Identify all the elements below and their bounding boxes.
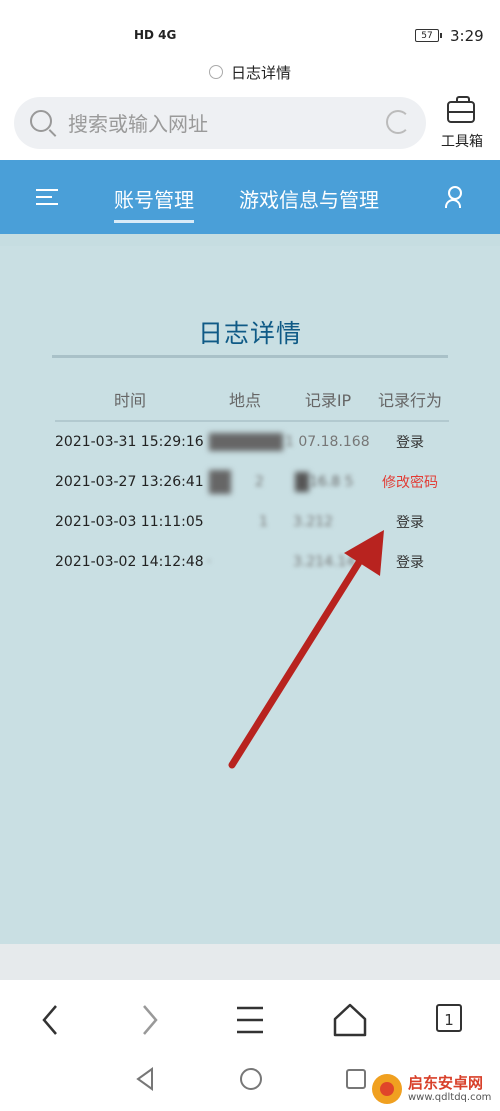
globe-icon [208, 65, 223, 79]
status-bar: HD 4G 57 3:29 [0, 0, 500, 70]
header-location: 地点 [205, 378, 285, 422]
content-panel [0, 246, 500, 944]
top-nav: 账号管理 游戏信息与管理 [0, 160, 500, 234]
site-watermark: 启东安卓网 www.qdltdq.com [372, 1072, 500, 1108]
log-action: 登录 [396, 515, 424, 531]
log-action: 修改密码 [382, 475, 438, 491]
watermark-url: www.qdltdq.com [408, 1092, 492, 1103]
forward-icon[interactable] [124, 1000, 174, 1040]
table-row: 2021-03-27 13:26:41 2 16.8 5 修改密码 [55, 462, 449, 502]
log-title: 日志详情 [197, 319, 302, 348]
table-row: 2021-03-31 15:29:16 1 07.18.168 登录 [55, 421, 449, 462]
system-back-icon[interactable] [130, 1064, 160, 1094]
log-ip: 16.8 5 [285, 462, 371, 502]
table-row: 2021-03-03 11:11:05 1 3.212 登录 [55, 502, 449, 542]
log-time: 2021-03-03 11:11:05 [55, 514, 204, 530]
toolbox-label: 工具箱 [441, 134, 483, 150]
battery-icon: 57 [415, 29, 442, 42]
signal-icon: HD 4G [134, 28, 177, 42]
content-band [0, 234, 500, 246]
search-icon [30, 110, 52, 132]
clock: 3:29 [450, 27, 484, 45]
log-action: 登录 [396, 555, 424, 571]
log-time: 2021-03-31 15:29:16 [55, 434, 204, 450]
system-recents-icon[interactable] [341, 1064, 371, 1094]
back-icon[interactable] [26, 1000, 76, 1040]
toolbox-icon [447, 96, 475, 123]
table-row: 2021-03-02 14:12:48 · 3.214.14 登录 [55, 542, 449, 582]
log-action: 登录 [396, 435, 424, 451]
header-time: 时间 [55, 378, 205, 422]
search-input[interactable] [66, 107, 370, 141]
log-location: 1 [259, 514, 268, 530]
log-location: · [207, 554, 212, 570]
log-time: 2021-03-02 14:12:48 [55, 554, 204, 570]
log-header-row: 时间 地点 记录IP 记录行为 [55, 378, 449, 422]
home-icon[interactable] [325, 1000, 375, 1040]
tab-account-management[interactable]: 账号管理 [114, 184, 194, 223]
log-ip: 1 07.18.168 [285, 434, 370, 450]
user-icon[interactable] [444, 186, 462, 208]
system-home-icon[interactable] [236, 1064, 266, 1094]
tab-game-info[interactable]: 游戏信息与管理 [239, 184, 379, 213]
log-ip: 3.214.14 [293, 554, 356, 570]
tabs-count-button[interactable]: 1 [436, 1004, 462, 1032]
title-divider [52, 355, 448, 358]
log-time: 2021-03-27 13:26:41 [55, 474, 204, 490]
log-table: 时间 地点 记录IP 记录行为 2021-03-31 15:29:16 1 07… [55, 378, 449, 582]
watermark-logo-icon [372, 1074, 402, 1104]
log-ip: 3.212 [293, 514, 334, 530]
search-bar[interactable] [14, 97, 426, 149]
header-action: 记录行为 [371, 378, 449, 422]
page-title-bar: 日志详情 [0, 62, 500, 83]
watermark-name: 启东安卓网 [408, 1074, 484, 1092]
menu-icon[interactable] [36, 189, 58, 205]
log-location: 2 [205, 462, 285, 502]
refresh-icon[interactable] [386, 110, 410, 134]
page-title: 日志详情 [230, 64, 291, 82]
toolbox-button[interactable]: 工具箱 [434, 96, 490, 153]
log-location [205, 421, 285, 462]
header-ip: 记录IP [285, 378, 371, 422]
menu-list-icon[interactable] [225, 1000, 275, 1040]
footer-strip [0, 944, 500, 980]
